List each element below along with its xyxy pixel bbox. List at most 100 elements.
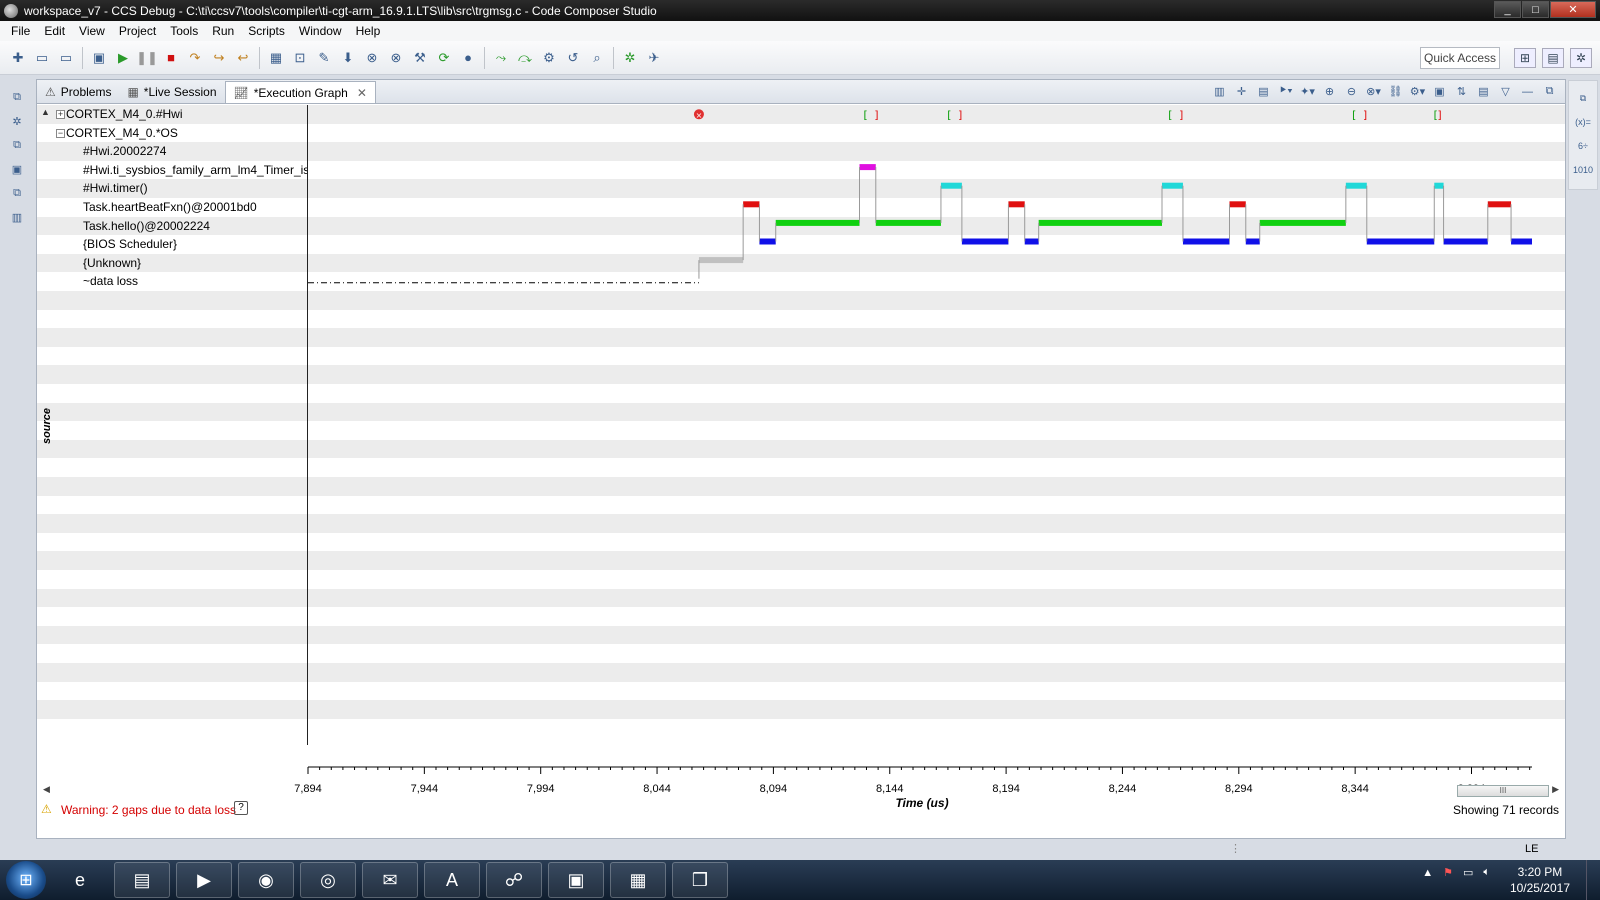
- minimize-view-icon[interactable]: —: [1518, 82, 1537, 101]
- sync-icon[interactable]: ⇅: [1452, 82, 1471, 101]
- hwi-start-marker[interactable]: [: [862, 108, 869, 121]
- ie-icon[interactable]: e: [52, 862, 108, 898]
- maximize-button[interactable]: □: [1522, 1, 1549, 18]
- execution-segment-scheduler[interactable]: [1511, 238, 1532, 245]
- menu-project[interactable]: Project: [112, 24, 163, 38]
- suspend-icon[interactable]: ❚❚: [136, 48, 158, 68]
- clock[interactable]: 3:20 PM 10/25/2017: [1510, 864, 1570, 896]
- restore-icon[interactable]: ⧉: [8, 88, 26, 106]
- execution-segment-scheduler[interactable]: [961, 238, 1009, 245]
- new-icon[interactable]: ✚: [8, 48, 28, 68]
- close-button[interactable]: ✕: [1550, 1, 1596, 18]
- execution-segment-scheduler[interactable]: [759, 238, 776, 245]
- step-return-icon[interactable]: ↩: [233, 48, 253, 68]
- hwi-start-marker[interactable]: [: [1167, 108, 1174, 121]
- measure-icon[interactable]: ▥: [1210, 82, 1229, 101]
- load-icon[interactable]: ⬇: [338, 48, 358, 68]
- expressions-icon[interactable]: 6÷: [1574, 137, 1592, 155]
- hwi-end-marker[interactable]: ]: [957, 108, 964, 121]
- align-icon[interactable]: ✛: [1232, 82, 1251, 101]
- filter-icon[interactable]: ⯈▾: [1276, 82, 1295, 101]
- run-config-icon[interactable]: ●: [458, 48, 478, 68]
- ccs-debug-perspective-icon[interactable]: ✲: [1570, 48, 1592, 68]
- vmware-icon[interactable]: ❒: [672, 862, 728, 898]
- outline-icon[interactable]: ▥: [8, 208, 26, 226]
- execution-segment-scheduler[interactable]: [1245, 238, 1260, 245]
- menu-file[interactable]: File: [4, 24, 37, 38]
- restore-icon[interactable]: ⧉: [1574, 89, 1592, 107]
- execution-segment-scheduler[interactable]: [1182, 238, 1230, 245]
- settings-icon[interactable]: ⚙▾: [1408, 82, 1427, 101]
- refresh-icon[interactable]: ⟳: [434, 48, 454, 68]
- external-tools-icon[interactable]: ✈: [644, 48, 664, 68]
- tray-expand-icon[interactable]: ▲: [1422, 867, 1433, 879]
- graph-row-label[interactable]: Task.heartBeatFxn()@20001bd0: [83, 198, 307, 217]
- find-icon[interactable]: ⛓: [1386, 82, 1405, 101]
- hwi-end-marker[interactable]: ]: [1178, 108, 1185, 121]
- tree-expander-icon[interactable]: −: [56, 128, 65, 138]
- save-icon[interactable]: ▭: [32, 48, 52, 68]
- scroll-right-icon[interactable]: ▶: [1552, 784, 1559, 795]
- search-icon[interactable]: ⌕: [587, 48, 607, 68]
- chromium-icon[interactable]: ◎: [300, 862, 356, 898]
- step-into-icon[interactable]: ↷: [185, 48, 205, 68]
- memory-icon[interactable]: ▦: [266, 48, 286, 68]
- resume-icon[interactable]: ▶: [113, 48, 133, 68]
- toggle-icon[interactable]: ⊡: [290, 48, 310, 68]
- execution-segment-isr[interactable]: [859, 164, 876, 171]
- outlook-icon[interactable]: ✉: [362, 862, 418, 898]
- execution-segment-scheduler[interactable]: [1024, 238, 1039, 245]
- graph-row-label[interactable]: Task.hello()@20002224: [83, 217, 307, 236]
- tool-icon[interactable]: ⚙: [539, 48, 559, 68]
- wordpad-icon[interactable]: A: [424, 862, 480, 898]
- action-center-icon[interactable]: ⚑: [1443, 866, 1453, 879]
- scroll-left-icon[interactable]: ◀: [43, 784, 50, 795]
- graph-row-label[interactable]: #Hwi.timer(): [83, 179, 307, 198]
- start-button[interactable]: ⊞: [6, 861, 46, 899]
- hwi-start-marker[interactable]: [: [1350, 108, 1357, 121]
- reset-icon[interactable]: ↺: [563, 48, 583, 68]
- file-explorer-icon[interactable]: ▤: [114, 862, 170, 898]
- lync-icon[interactable]: ☍: [486, 862, 542, 898]
- graph-row-label[interactable]: {Unknown}: [83, 254, 307, 273]
- tab-problems[interactable]: ⚠ Problems: [37, 81, 119, 103]
- hwi-end-marker[interactable]: ]: [1362, 108, 1369, 121]
- execution-segment-scheduler[interactable]: [1366, 238, 1435, 245]
- execution-segment-heartbeat[interactable]: [1487, 201, 1512, 208]
- menu-window[interactable]: Window: [292, 24, 349, 38]
- snapshot-icon[interactable]: ▣: [1430, 82, 1449, 101]
- scroll-up-icon[interactable]: ▲: [41, 107, 50, 117]
- volume-icon[interactable]: 🔈︎: [1483, 866, 1490, 879]
- timeline-plot[interactable]: ×[][][][][]: [308, 105, 1565, 765]
- menu-tools[interactable]: Tools: [163, 24, 205, 38]
- step-over-asm-icon[interactable]: ⤼: [515, 48, 535, 68]
- breakpoint-remove-icon[interactable]: ⊗: [386, 48, 406, 68]
- execution-segment-unknown[interactable]: [698, 257, 744, 264]
- tab-execution-graph[interactable]: 📈︎ *Execution Graph ✕: [224, 81, 376, 103]
- execution-segment-hello[interactable]: [775, 219, 860, 226]
- graph-row-label[interactable]: CORTEX_M4_0.*OS: [66, 124, 306, 143]
- zoom-fit-icon[interactable]: ⊗▾: [1364, 82, 1383, 101]
- hwi-end-marker[interactable]: ]: [1437, 108, 1444, 121]
- execution-segment-heartbeat[interactable]: [1008, 201, 1025, 208]
- close-tab-icon[interactable]: ✕: [357, 86, 367, 100]
- connect-icon[interactable]: ✎: [314, 48, 334, 68]
- execution-segment-timer[interactable]: [1162, 182, 1183, 189]
- tree-expander-icon[interactable]: +: [56, 110, 65, 119]
- minimize-button[interactable]: _: [1494, 1, 1521, 18]
- menu-view[interactable]: View: [72, 24, 112, 38]
- media-player-icon[interactable]: ▶: [176, 862, 232, 898]
- menu-run[interactable]: Run: [205, 24, 241, 38]
- breakpoint-icon[interactable]: ⊗: [362, 48, 382, 68]
- execution-segment-timer[interactable]: [1345, 182, 1367, 189]
- execution-segment-timer[interactable]: [1434, 182, 1444, 189]
- help-icon[interactable]: ?: [234, 801, 248, 815]
- execution-segment-timer[interactable]: [940, 182, 962, 189]
- group-icon[interactable]: ▤: [1254, 82, 1273, 101]
- graph-row-label[interactable]: #Hwi.20002274: [83, 142, 307, 161]
- debug-config-icon[interactable]: ✲: [620, 48, 640, 68]
- graph-row-label[interactable]: {BIOS Scheduler}: [83, 235, 307, 254]
- tab-live-session[interactable]: ▦ *Live Session: [119, 81, 224, 103]
- menu-scripts[interactable]: Scripts: [241, 24, 292, 38]
- open-perspective-icon[interactable]: ⊞: [1514, 48, 1536, 68]
